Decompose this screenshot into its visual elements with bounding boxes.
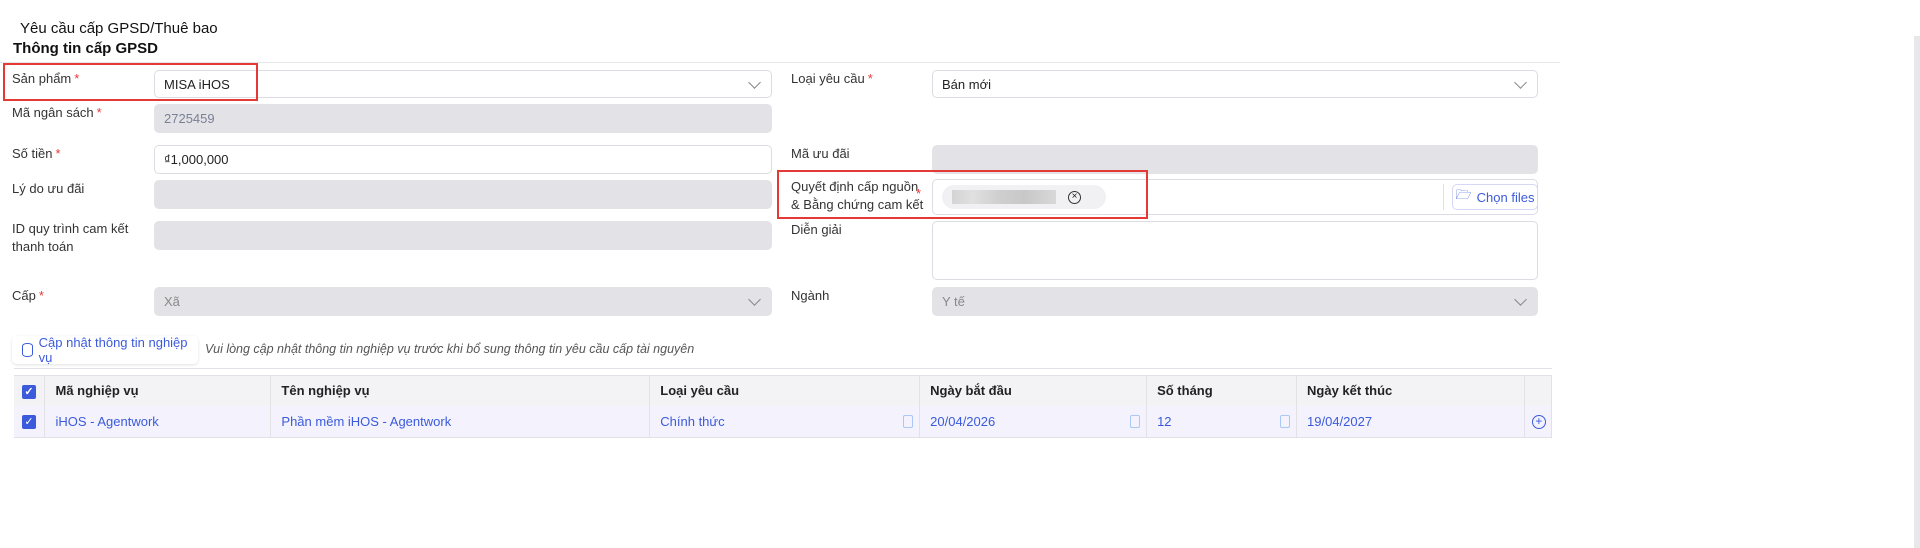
cap-label: Cấp * bbox=[12, 288, 44, 303]
cell-loai[interactable]: Chính thức bbox=[649, 405, 921, 438]
ly-do-uu-dai-field bbox=[154, 180, 772, 209]
cell-ma[interactable]: iHOS - Agentwork bbox=[44, 405, 272, 438]
nganh-select: Y tế bbox=[932, 287, 1538, 316]
so-tien-input[interactable]: ₫1,000,000 bbox=[154, 145, 772, 174]
id-quy-trinh-label: ID quy trình cam kết thanh toán bbox=[12, 221, 129, 254]
divider bbox=[14, 368, 1552, 369]
choose-files-button[interactable]: 🗁 Chọn files bbox=[1452, 184, 1538, 210]
header-loai: Loại yêu cầu bbox=[649, 375, 921, 406]
table-row: ✓ iHOS - Agentwork Phần mềm iHOS - Agent… bbox=[14, 405, 1553, 438]
ma-ngan-sach-label: Mã ngân sách * bbox=[12, 105, 102, 120]
header-ma: Mã nghiệp vụ bbox=[44, 375, 272, 406]
update-note: Vui lòng cập nhật thông tin nghiệp vụ tr… bbox=[205, 342, 695, 356]
plus-circle-icon: + bbox=[1531, 415, 1546, 430]
cell-so-thang[interactable]: 12 bbox=[1146, 405, 1298, 438]
ma-ngan-sach-field: 2725459 bbox=[154, 104, 772, 133]
dien-giai-textarea[interactable] bbox=[932, 221, 1538, 280]
scrollbar[interactable] bbox=[1914, 36, 1920, 548]
header-so-thang: Số tháng bbox=[1146, 375, 1298, 406]
cell-ket-thuc[interactable]: 19/04/2027 bbox=[1296, 405, 1525, 438]
cell-bat-dau[interactable]: 20/04/2026 bbox=[919, 405, 1148, 438]
ma-uu-dai-label: Mã ưu đãi bbox=[791, 146, 850, 161]
id-quy-trinh-field bbox=[154, 221, 772, 250]
copy-icon[interactable] bbox=[1280, 414, 1291, 428]
copy-icon[interactable] bbox=[1130, 414, 1141, 428]
chevron-down-icon bbox=[748, 293, 761, 306]
so-tien-label: Số tiền * bbox=[12, 146, 61, 161]
chevron-down-icon bbox=[1514, 76, 1527, 89]
folder-open-icon: 🗁 bbox=[1455, 187, 1472, 202]
add-row-button[interactable]: + bbox=[1524, 405, 1553, 438]
table-header: ✓ Mã nghiệp vụ Tên nghiệp vụ Loại yêu cầ… bbox=[14, 375, 1553, 406]
update-business-info-button[interactable]: Cập nhật thông tin nghiệp vụ bbox=[12, 335, 198, 365]
ly-do-uu-dai-label: Lý do ưu đãi bbox=[12, 181, 85, 196]
page-title: Yêu cầu cấp GPSD/Thuê bao bbox=[20, 20, 218, 37]
header-bat-dau: Ngày bắt đầu bbox=[919, 375, 1148, 406]
nganh-label: Ngành bbox=[791, 288, 830, 303]
header-ket-thuc: Ngày kết thúc bbox=[1296, 375, 1525, 406]
copy-icon[interactable] bbox=[903, 414, 914, 428]
highlight-box bbox=[3, 63, 258, 101]
business-table: ✓ Mã nghiệp vụ Tên nghiệp vụ Loại yêu cầ… bbox=[14, 375, 1553, 438]
cell-ten[interactable]: Phần mềm iHOS - Agentwork bbox=[270, 405, 651, 438]
header-actions bbox=[1524, 375, 1553, 406]
dien-giai-label: Diễn giải bbox=[791, 222, 842, 237]
select-all-checkbox[interactable]: ✓ bbox=[14, 375, 46, 406]
chevron-down-icon bbox=[1514, 293, 1527, 306]
highlight-box bbox=[777, 170, 1148, 219]
loai-yeu-cau-select[interactable]: Bán mới bbox=[932, 70, 1538, 98]
chevron-down-icon bbox=[748, 76, 761, 89]
database-icon bbox=[22, 343, 33, 357]
cap-select: Xã bbox=[154, 287, 772, 316]
loai-yeu-cau-label: Loại yêu cầu * bbox=[791, 71, 873, 86]
divider bbox=[1443, 184, 1444, 210]
section-title: Thông tin cấp GPSD bbox=[13, 40, 158, 57]
row-checkbox[interactable]: ✓ bbox=[14, 405, 46, 438]
header-ten: Tên nghiệp vụ bbox=[270, 375, 651, 406]
